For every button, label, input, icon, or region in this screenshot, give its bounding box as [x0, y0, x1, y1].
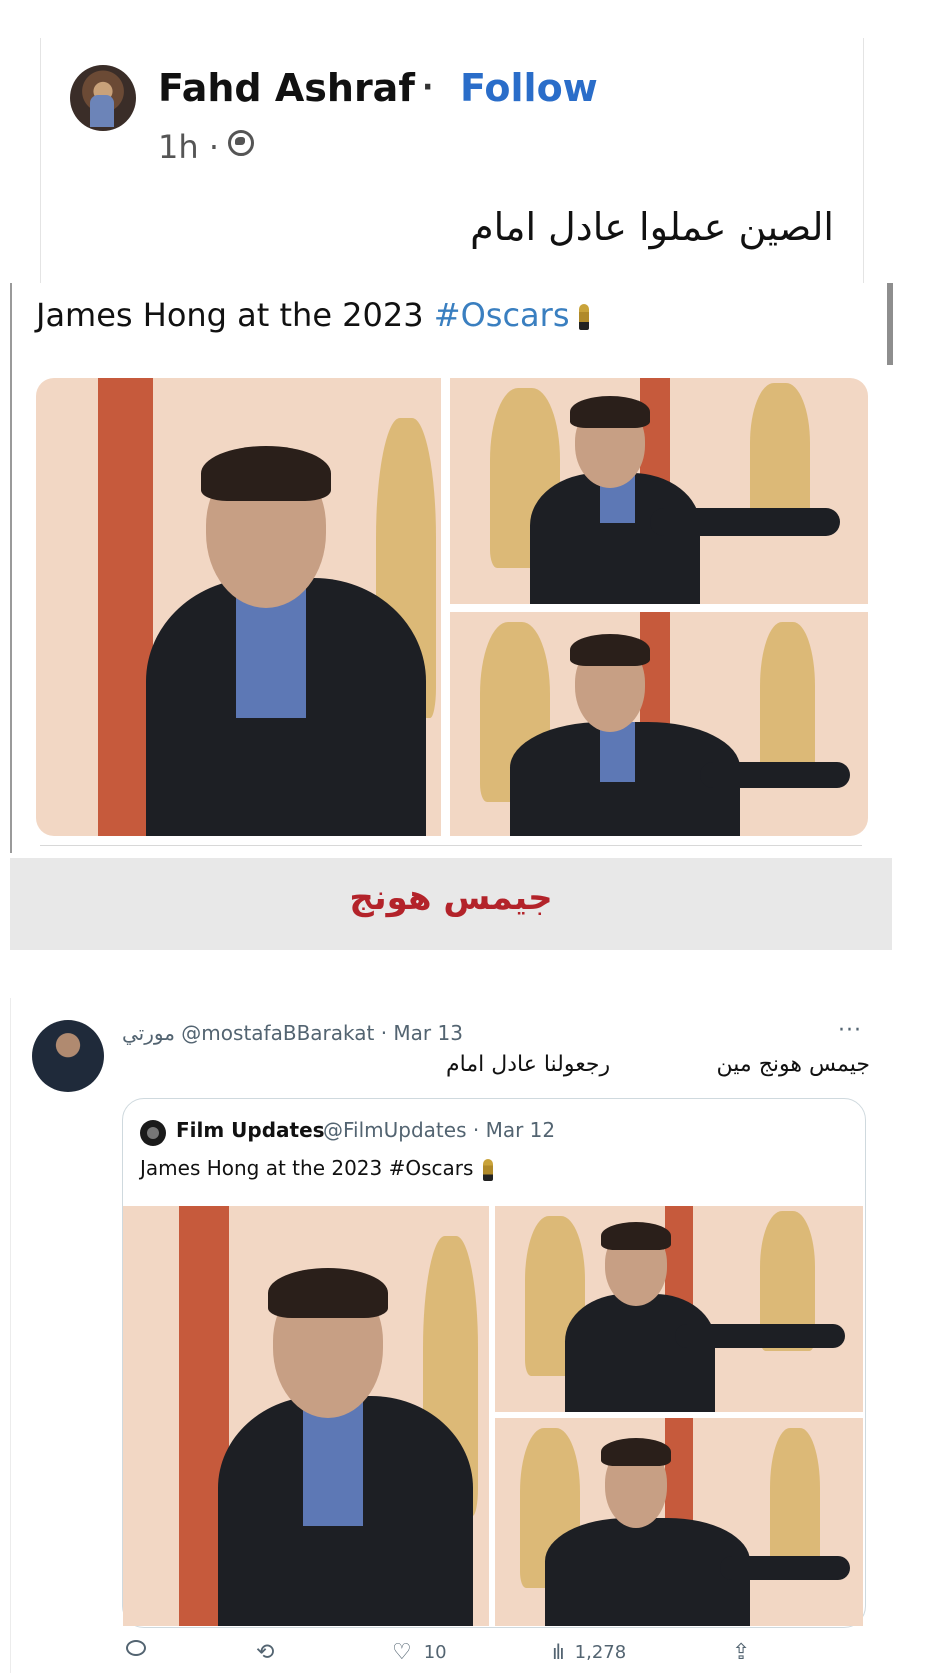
share-button[interactable]: ⇪ — [732, 1640, 750, 1665]
separator-dot: · — [422, 70, 434, 105]
caption-banner-text: جيمس هونج — [349, 878, 553, 918]
author-avatar[interactable] — [70, 65, 136, 131]
views-count: 1,278 — [574, 1641, 627, 1663]
globe-icon — [228, 130, 254, 156]
photo-main[interactable] — [36, 378, 441, 836]
hashtag-link[interactable]: #Oscars — [434, 296, 570, 334]
quoted-author-name[interactable]: Film Updates — [176, 1118, 325, 1142]
share-icon: ⇪ — [732, 1640, 751, 1665]
divider — [10, 283, 12, 853]
reply-button[interactable] — [126, 1640, 146, 1656]
like-button[interactable]: ♡ 10 — [392, 1640, 447, 1665]
photo-top-right[interactable] — [450, 378, 868, 604]
tweet-text-part-a: جيمس هونج مين — [716, 1052, 870, 1077]
retweet-button[interactable]: ⟲ — [256, 1640, 274, 1665]
follow-button[interactable]: Follow — [460, 66, 598, 110]
quoted-author-meta: @FilmUpdates · Mar 12 — [323, 1118, 556, 1142]
tweet-avatar[interactable] — [32, 1020, 104, 1092]
shared-tweet-caption: James Hong at the 2023 — [36, 296, 424, 334]
like-icon: ♡ — [392, 1640, 412, 1665]
divider — [40, 845, 862, 846]
post-time[interactable]: 1h · — [158, 128, 219, 166]
trophy-icon — [579, 304, 590, 330]
photo-top-right[interactable] — [495, 1206, 863, 1412]
quoted-tweet-text: James Hong at the 2023 #Oscars — [140, 1156, 494, 1181]
like-count: 10 — [423, 1642, 447, 1663]
scrollbar[interactable] — [887, 283, 893, 365]
post-body: الصين عملوا عادل امام — [470, 205, 834, 249]
quoted-tweet-caption: James Hong at the 2023 #Oscars — [140, 1156, 474, 1180]
photo-main[interactable] — [123, 1206, 489, 1626]
shared-tweet-text: James Hong at the 2023 #Oscars — [36, 296, 590, 334]
tweet-handle-line[interactable]: مورتي @mostafaBBarakat · Mar 13 — [122, 1021, 463, 1045]
views-button[interactable]: ılı 1,278 — [552, 1640, 626, 1664]
trophy-icon — [483, 1158, 494, 1181]
author-name[interactable]: Fahd Ashraf — [158, 66, 415, 110]
photo-grid — [36, 378, 868, 836]
views-icon: ılı — [552, 1640, 565, 1664]
reply-icon — [126, 1640, 146, 1656]
photo-bottom-right[interactable] — [495, 1418, 863, 1626]
quoted-author-avatar — [140, 1120, 166, 1146]
photo-bottom-right[interactable] — [450, 612, 868, 836]
quoted-photo-grid — [123, 1206, 863, 1626]
retweet-icon: ⟲ — [256, 1640, 275, 1665]
more-icon[interactable]: ··· — [838, 1018, 862, 1043]
tweet-text-part-b: رجعولنا عادل امام — [446, 1052, 611, 1077]
